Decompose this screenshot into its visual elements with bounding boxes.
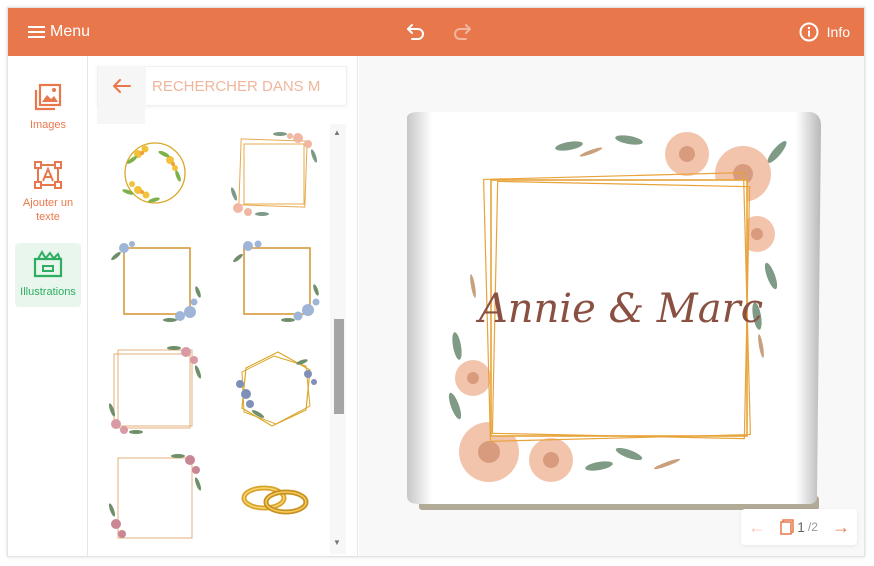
add-text-icon xyxy=(34,161,62,189)
page-counter: 1/2 xyxy=(780,519,818,535)
illustration-blue-flower-hexagon[interactable] xyxy=(226,344,324,434)
images-icon xyxy=(34,83,62,111)
illustration-image xyxy=(111,241,201,322)
illustration-yellow-flower-wreath[interactable] xyxy=(106,128,204,218)
total-pages: /2 xyxy=(807,520,818,534)
back-button-shadow xyxy=(97,106,145,124)
sidebar-item-illustrations[interactable]: Illustrations xyxy=(15,243,81,307)
next-page-button[interactable]: → xyxy=(832,517,850,538)
pages-icon xyxy=(780,519,794,535)
illustration-image xyxy=(108,454,202,539)
hamburger-icon xyxy=(28,26,45,38)
card-preview[interactable]: Annie & Marc xyxy=(359,56,865,557)
prev-page-button[interactable]: ← xyxy=(748,517,766,538)
current-page: 1 xyxy=(797,519,805,535)
undo-icon[interactable] xyxy=(404,20,428,44)
illustrations-panel: ▲ ▼ xyxy=(88,56,358,556)
illustration-wedding-rings[interactable] xyxy=(226,452,324,542)
illustrations-grid xyxy=(100,128,332,553)
menu-button[interactable]: Menu xyxy=(28,21,90,43)
scroll-up-icon[interactable]: ▲ xyxy=(333,128,341,137)
redo-icon[interactable] xyxy=(450,20,474,44)
illustration-blue-flower-frame-2[interactable] xyxy=(226,236,324,326)
back-button[interactable] xyxy=(98,66,146,106)
illustration-pink-flower-double-frame[interactable] xyxy=(106,344,204,434)
page-navigator: ← 1/2 → xyxy=(741,509,857,545)
info-icon xyxy=(799,22,819,42)
illustration-peach-rose-gold-frame[interactable] xyxy=(226,128,324,218)
sidebar: Images Ajouter un texte Illustrations xyxy=(8,56,88,556)
illustration-image xyxy=(236,351,317,427)
illustration-image xyxy=(241,485,309,515)
design-canvas: Annie & Marc ← 1/2 → xyxy=(359,56,865,557)
illustration-image xyxy=(122,142,186,204)
menu-label: Menu xyxy=(50,23,91,40)
search-bar xyxy=(97,66,347,106)
illustration-blue-flower-frame-1[interactable] xyxy=(106,236,204,326)
illustration-image xyxy=(230,132,318,216)
top-bar: Menu Info xyxy=(8,8,864,56)
arrow-left-icon xyxy=(113,79,131,93)
illustration-pink-flower-square-frame[interactable] xyxy=(106,452,204,542)
search-input[interactable] xyxy=(146,77,336,95)
card-names[interactable]: Annie & Marc xyxy=(475,286,763,332)
illustration-image xyxy=(108,346,202,434)
info-label: Info xyxy=(826,24,850,40)
sidebar-item-label: Images xyxy=(29,119,67,131)
app-frame: Menu Info Images Ajouter un texte Illust… xyxy=(7,7,865,557)
illustrations-icon xyxy=(33,249,63,278)
scroll-down-icon[interactable]: ▼ xyxy=(333,538,341,547)
illustration-image xyxy=(233,240,320,322)
sidebar-item-label: Illustrations xyxy=(20,286,76,298)
sidebar-item-label: Ajouter un texte xyxy=(22,197,74,223)
sidebar-item-images[interactable]: Images xyxy=(15,76,81,136)
info-button[interactable]: Info xyxy=(799,21,850,43)
panel-scrollbar-thumb[interactable] xyxy=(334,319,344,414)
sidebar-item-add-text[interactable]: Ajouter un texte xyxy=(15,154,81,234)
